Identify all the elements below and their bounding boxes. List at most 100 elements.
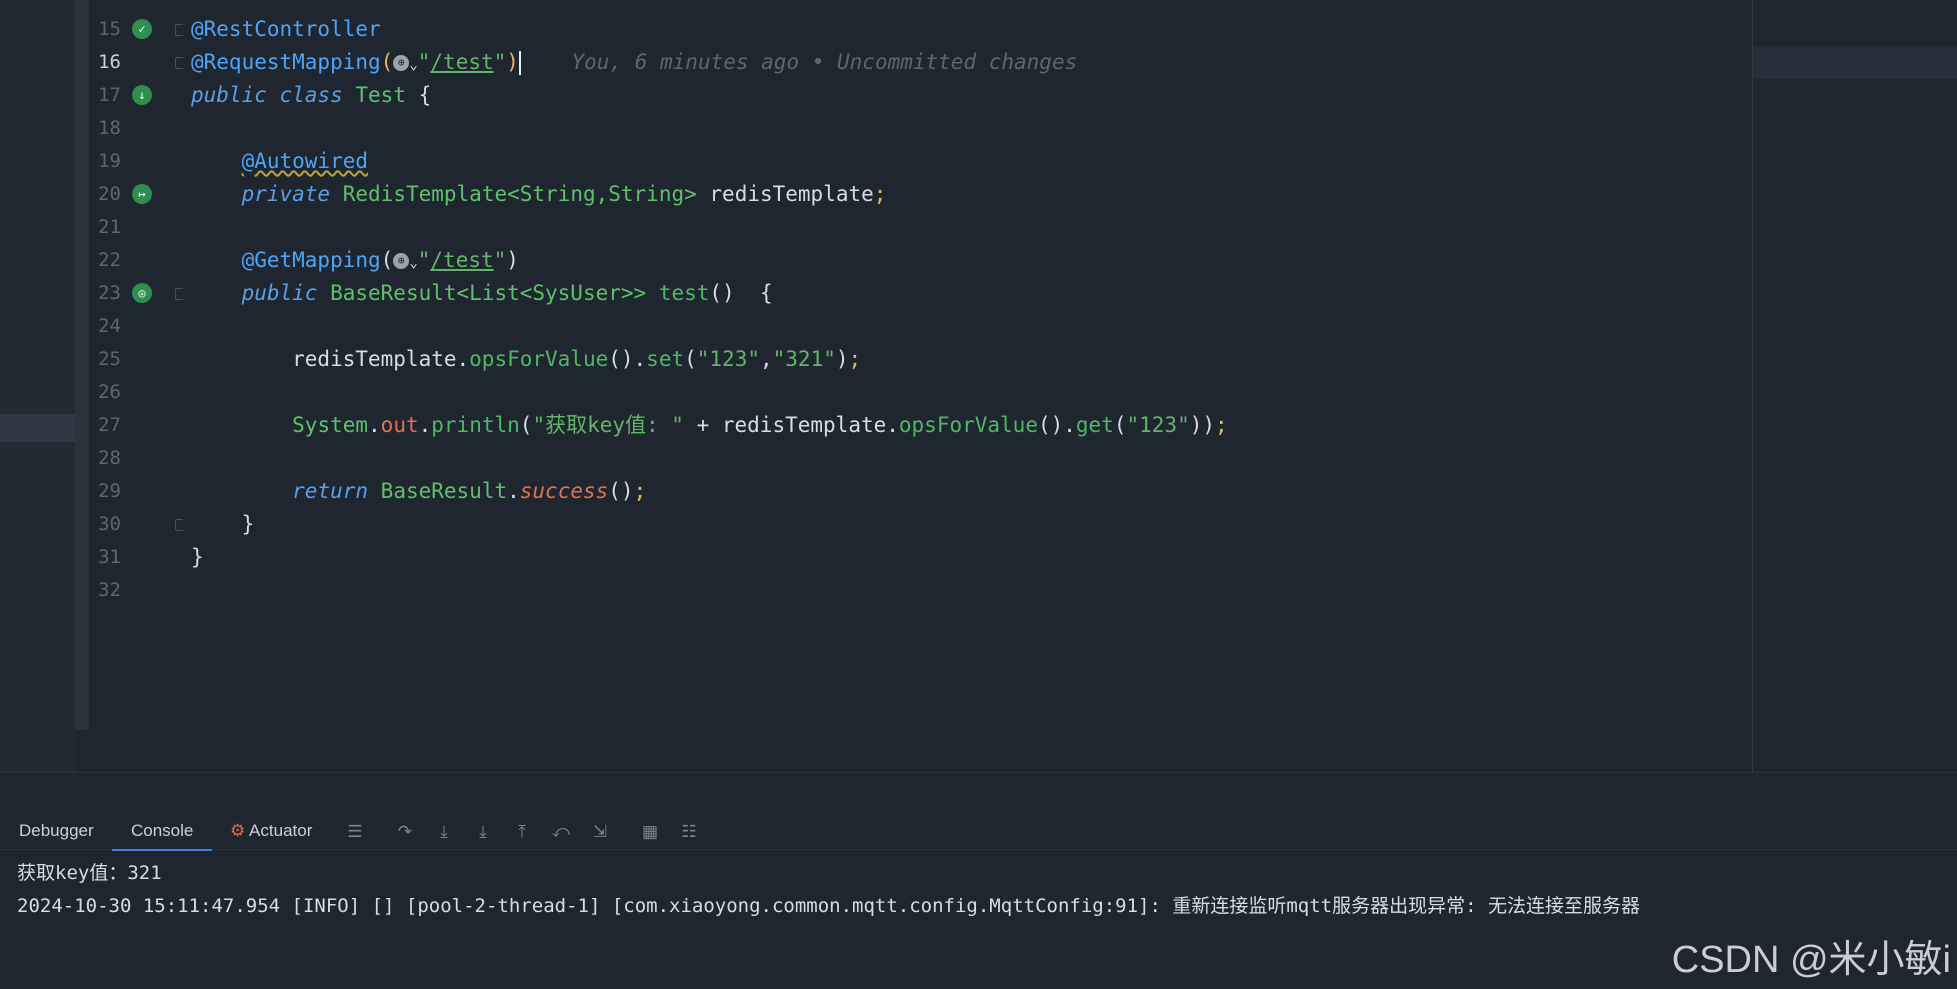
line-number[interactable]: 32	[87, 574, 121, 607]
code-token: public	[241, 281, 318, 305]
code-token: {	[405, 83, 432, 107]
tab-console[interactable]: Console	[112, 813, 213, 851]
code-token: /test	[430, 50, 494, 74]
spring-bean-gutter-icon[interactable]: ↦	[132, 184, 152, 204]
code-token: () {	[709, 281, 773, 305]
line-number[interactable]: 20	[87, 178, 121, 211]
tab-debugger[interactable]: Debugger	[19, 813, 94, 849]
code-token: ;	[873, 182, 887, 206]
code-line[interactable]: System.out.println("获取key值: " + redisTem…	[191, 409, 1228, 442]
bottom-tool-panel: Debugger Console ⚙ Actuator ☰ ↷ ⤓ ⤓ ⤒ ⤺ …	[0, 772, 1957, 989]
actuator-label: Actuator	[249, 821, 313, 840]
code-line[interactable]: return BaseResult.success();	[191, 475, 646, 508]
menu-icon[interactable]: ☰	[344, 821, 366, 843]
code-token: println	[431, 413, 520, 437]
code-line[interactable]: }	[191, 541, 204, 574]
code-line[interactable]: redisTemplate.opsForValue().set("123","3…	[191, 343, 861, 376]
globe-icon[interactable]: ⊕	[393, 253, 410, 269]
tab-actuator[interactable]: ⚙ Actuator	[230, 813, 312, 849]
line-number[interactable]: 22	[87, 244, 121, 277]
code-token: class	[279, 83, 343, 107]
code-token: out	[380, 413, 419, 437]
line-number[interactable]: 17	[87, 79, 121, 112]
code-token: }	[191, 512, 255, 536]
code-token: "	[417, 50, 431, 74]
chevron-down-icon[interactable]: ⌄	[409, 57, 417, 73]
actuator-icon: ⚙	[230, 821, 246, 840]
step-out-icon[interactable]: ⤒	[511, 821, 533, 843]
code-token: RedisTemplate<String,String>	[342, 182, 697, 206]
code-token: (	[519, 413, 533, 437]
globe-icon[interactable]: ⊕	[393, 55, 410, 71]
spring-bean-gutter-icon[interactable]: ↓	[132, 85, 152, 105]
line-number[interactable]: 26	[87, 376, 121, 409]
code-token: System	[292, 413, 369, 437]
code-token: BaseResult<List<SysUser>>	[330, 281, 647, 305]
code-line[interactable]: private RedisTemplate<String,String> red…	[191, 178, 887, 211]
code-token: @Autowired	[241, 149, 369, 173]
code-token: redisTemplate.	[191, 347, 470, 371]
code-token: ))	[1189, 413, 1216, 437]
code-token: @RequestMapping	[191, 50, 381, 74]
spring-bean-gutter-icon[interactable]: ◎	[132, 283, 152, 303]
line-number[interactable]: 31	[87, 541, 121, 574]
panel-tab-bar: Debugger Console ⚙ Actuator ☰ ↷ ⤓ ⤓ ⤒ ⤺ …	[0, 813, 1957, 851]
chevron-down-icon[interactable]: ⌄	[409, 255, 417, 271]
line-number[interactable]: 25	[87, 343, 121, 376]
code-editor[interactable]: @RestController @RequestMapping(⊕ ⌄"/test"…	[183, 0, 1753, 772]
code-token: set	[646, 347, 685, 371]
code-token: test	[658, 281, 710, 305]
force-step-into-icon[interactable]: ⤓	[472, 821, 494, 843]
code-token: @GetMapping	[241, 248, 381, 272]
code-token: Test	[355, 83, 406, 107]
line-number[interactable]: 21	[87, 211, 121, 244]
step-over-icon[interactable]: ↷	[394, 821, 416, 843]
code-line[interactable]: @RestController	[191, 13, 381, 46]
step-into-icon[interactable]: ⤓	[433, 821, 455, 843]
code-line[interactable]: @Autowired	[191, 145, 368, 178]
right-margin-guide	[1752, 0, 1753, 772]
code-token: (	[380, 248, 394, 272]
code-token: "	[493, 248, 507, 272]
code-line[interactable]: public class Test {	[191, 79, 431, 112]
code-token: opsForValue	[898, 413, 1038, 437]
line-number[interactable]: 28	[87, 442, 121, 475]
line-number[interactable]: 24	[87, 310, 121, 343]
code-token: "	[417, 248, 431, 272]
code-token: "123"	[696, 347, 760, 371]
code-token: (	[380, 50, 394, 74]
code-token: + redisTemplate.	[683, 413, 899, 437]
line-number[interactable]: 15	[87, 13, 121, 46]
code-line[interactable]: @GetMapping(⊕ ⌄"/test")	[191, 244, 519, 277]
code-token: ()	[608, 479, 634, 503]
line-number[interactable]: 16	[87, 46, 121, 79]
git-blame-hint: You, 6 minutes ago • Uncommitted changes	[520, 50, 1078, 74]
code-line[interactable]: public BaseResult<List<SysUser>> test() …	[191, 277, 773, 310]
code-token: BaseResult	[380, 479, 508, 503]
left-tool-strip	[0, 0, 75, 772]
code-token: "获取key值: "	[532, 413, 684, 437]
code-token: ;	[633, 479, 647, 503]
line-number[interactable]: 27	[87, 409, 121, 442]
line-number[interactable]: 30	[87, 508, 121, 541]
spring-bean-gutter-icon[interactable]: ✓	[132, 19, 152, 39]
run-to-cursor-icon[interactable]: ⇲	[589, 821, 611, 843]
settings-icon[interactable]: ☷	[678, 821, 700, 843]
line-number[interactable]: 18	[87, 112, 121, 145]
line-number[interactable]: 23	[87, 277, 121, 310]
drop-frame-icon[interactable]: ⤺	[550, 821, 572, 843]
code-line[interactable]: }	[191, 508, 255, 541]
code-line[interactable]: @RequestMapping(⊕ ⌄"/test") You, 6 minute…	[191, 46, 1077, 79]
evaluate-icon[interactable]: ▦	[639, 821, 661, 843]
code-token: /test	[430, 248, 494, 272]
line-number[interactable]: 29	[87, 475, 121, 508]
line-number[interactable]: 19	[87, 145, 121, 178]
